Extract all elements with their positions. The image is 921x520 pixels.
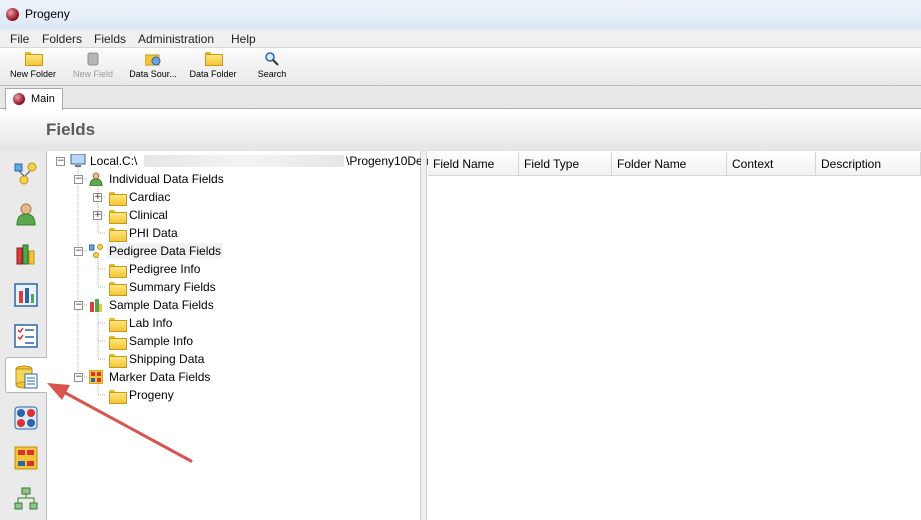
annotation-arrow — [47, 383, 193, 463]
